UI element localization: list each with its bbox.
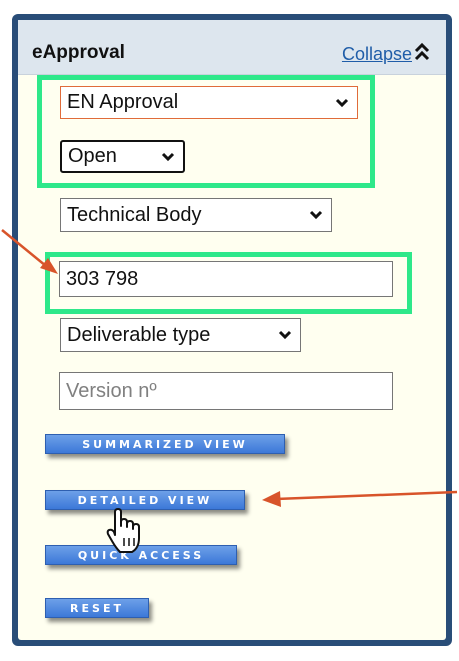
technical-body-select[interactable]: Technical Body	[60, 198, 332, 232]
chevron-down-icon	[161, 152, 175, 161]
double-chevron-up-icon[interactable]	[414, 42, 430, 62]
status-select[interactable]: Open	[60, 140, 185, 173]
version-input[interactable]: Version nº	[59, 372, 393, 410]
panel-title: eApproval	[32, 42, 125, 63]
deliverable-type-value: Deliverable type	[67, 323, 211, 346]
chevron-down-icon	[309, 210, 323, 220]
deliverable-number-input[interactable]: 303 798	[59, 261, 393, 297]
status-value: Open	[68, 145, 117, 167]
hand-pointer-icon	[106, 508, 140, 553]
approval-type-value: EN Approval	[67, 91, 179, 113]
approval-type-select[interactable]: EN Approval	[60, 86, 358, 119]
panel-header: eApproval Collapse	[18, 20, 446, 75]
version-placeholder: Version nº	[66, 379, 157, 402]
collapse-link[interactable]: Collapse	[342, 44, 412, 65]
summarized-view-button[interactable]: SUMMARIZED VIEW	[45, 434, 285, 454]
annotation-arrow-to-detailed-view	[262, 490, 458, 507]
annotation-arrow-to-input	[1, 229, 58, 274]
chevron-down-icon	[278, 330, 292, 340]
deliverable-number-value: 303 798	[66, 267, 139, 290]
deliverable-type-select[interactable]: Deliverable type	[60, 318, 301, 352]
chevron-down-icon	[335, 98, 349, 107]
reset-button[interactable]: RESET	[45, 598, 149, 618]
detailed-view-button[interactable]: DETAILED VIEW	[45, 490, 245, 510]
technical-body-value: Technical Body	[67, 203, 202, 226]
